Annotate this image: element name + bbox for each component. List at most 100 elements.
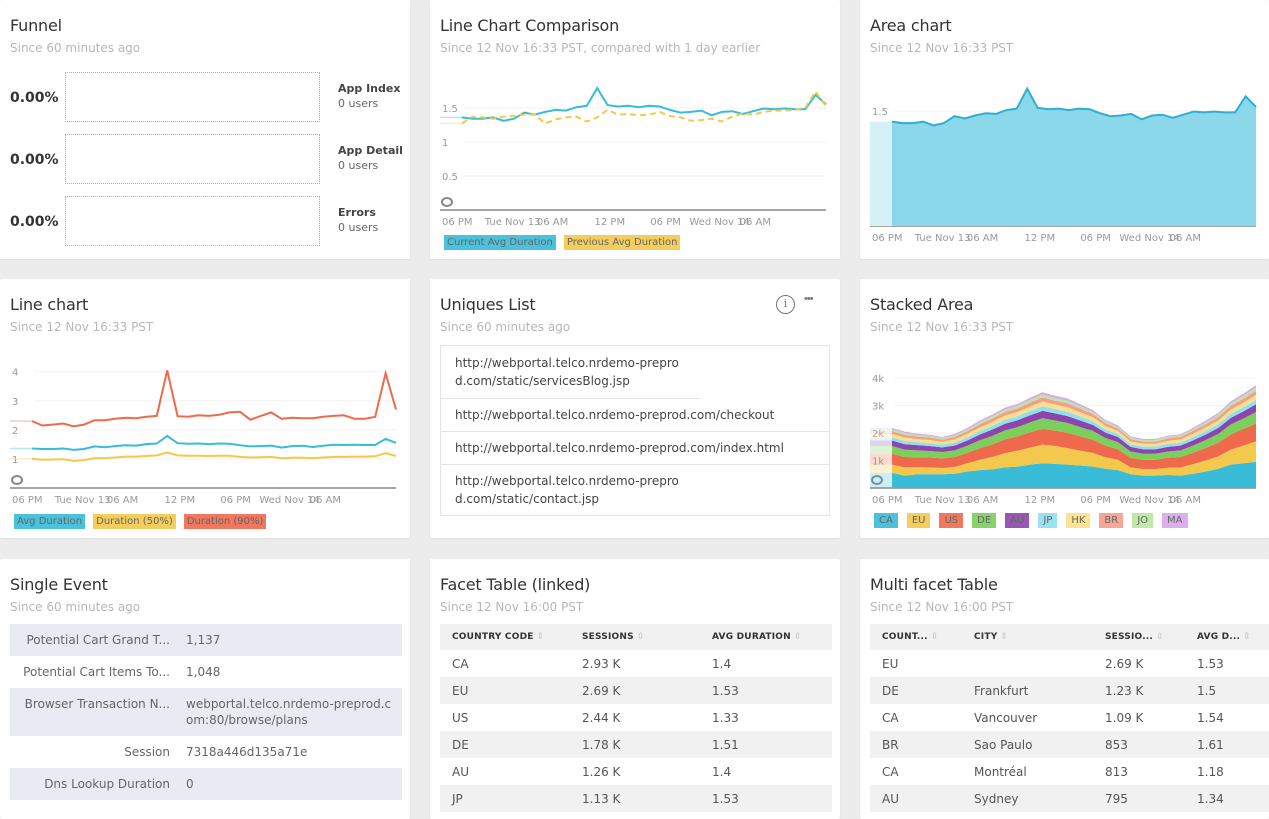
sort-icon[interactable]: ⇳ [794, 632, 802, 642]
area-chart[interactable]: 0.511.506 PMTue Nov 1306 AM12 PM06 PMWed… [860, 0, 1269, 259]
table-row[interactable]: CA Montréal 813 1.18 [870, 758, 1269, 785]
sort-icon[interactable]: ⇳ [1243, 632, 1251, 642]
area-prefix [870, 121, 892, 226]
sort-icon[interactable]: ⇳ [931, 632, 939, 642]
legend-item-previous[interactable]: Previous Avg Duration [563, 235, 681, 250]
x-tick-label: 06 AM [310, 495, 341, 506]
table-row[interactable]: BR Sao Paulo 853 1.61 [870, 731, 1269, 758]
legend-item-us[interactable]: US [939, 513, 964, 528]
list-item[interactable]: http://webportal.telco.nrdemo-preprod.co… [441, 346, 701, 399]
table-cell: 795 [1105, 791, 1128, 806]
table-cell[interactable]: CA [440, 650, 570, 677]
table-row[interactable]: AU Sydney 795 1.34 [870, 785, 1269, 812]
legend-item-de[interactable]: DE [972, 513, 997, 528]
stacked-area-chart[interactable]: 1k2k3k4k06 PM Tue Nov 1306 AM 12 PM 06 PM We… [860, 279, 1269, 538]
table-cell: Vancouver [974, 710, 1038, 725]
funnel-step-users: 0 users [338, 97, 379, 110]
column-header-sessions[interactable]: SESSIO... ⇳ [1093, 624, 1185, 650]
x-tick-label: 12 PM [595, 217, 626, 228]
legend-item-jo[interactable]: JO [1132, 513, 1154, 528]
attribute-value: 0 [186, 777, 194, 791]
table-cell: 2.69 K [1105, 656, 1144, 671]
stacked-area-prefix [870, 431, 892, 434]
table-cell: 1.5 [1197, 683, 1217, 698]
column-header-avg-duration[interactable]: AVG DURATION ⇳ [700, 624, 832, 650]
list-item[interactable]: http://webportal.telco.nrdemo-preprod.co… [441, 432, 829, 465]
table-cell: Sao Paulo [974, 737, 1033, 752]
table-row[interactable]: JP 1.13 K 1.53 [440, 785, 832, 812]
line-chart[interactable]: 123406 PM Tue Nov 1306 AM 12 PM 06 PM Wed No… [0, 279, 410, 538]
line-comparison-chart[interactable]: 0.511.506 PM Tue Nov 1306 AM 12 PM 06 PM Wed… [430, 0, 840, 259]
table-cell[interactable]: US [440, 704, 570, 731]
facet-table-widget: Facet Table (linked) Since 12 Nov 16:00 … [430, 559, 840, 819]
x-tick-label: 06 PM [220, 495, 251, 506]
table-cell: Frankfurt [974, 683, 1029, 698]
table-row[interactable]: AU 1.26 K 1.4 [440, 758, 832, 785]
legend-item-jp[interactable]: JP [1038, 513, 1058, 528]
line-series-duration-90-[interactable] [31, 369, 397, 428]
x-tick-label: Tue Nov 13 [54, 495, 111, 506]
single-event-widget: Single Event Since 60 minutes ago Potent… [0, 559, 410, 819]
table-row[interactable]: EU 2.69 K 1.53 [870, 650, 1269, 677]
funnel-step-users: 0 users [338, 221, 379, 234]
table-cell: 1.33 [712, 710, 739, 725]
sort-icon[interactable]: ⇳ [1000, 632, 1008, 642]
line-series-avg-duration[interactable] [31, 434, 397, 451]
table-cell[interactable]: DE [440, 731, 570, 758]
column-header-avg-duration[interactable]: AVG D... ⇳ [1185, 624, 1269, 650]
table-cell[interactable]: JP [440, 785, 570, 812]
legend-item-ca[interactable]: CA [874, 513, 898, 528]
list-item[interactable]: http://webportal.telco.nrdemo-preprod.co… [441, 465, 701, 515]
column-header-sessions[interactable]: SESSIONS ⇳ [570, 624, 700, 650]
table-row[interactable]: EU 2.69 K 1.53 [440, 677, 832, 704]
y-tick-label: 1.5 [442, 104, 458, 115]
funnel-percent: 0.00% [10, 214, 59, 230]
legend-item-duration-90[interactable]: Duration (90%) [183, 514, 267, 529]
table-row[interactable]: CA Vancouver 1.09 K 1.54 [870, 704, 1269, 731]
column-header-country-code[interactable]: COUNTRY CODE ⇳ [440, 624, 570, 650]
list-item[interactable]: http://webportal.telco.nrdemo-preprod.co… [441, 399, 829, 432]
y-tick-label: 1.5 [872, 107, 888, 118]
legend-item-eu[interactable]: EU [906, 513, 931, 528]
x-tick-label: 06 AM [740, 217, 771, 228]
y-tick-label: 0.5 [442, 172, 458, 183]
table-row[interactable]: US 2.44 K 1.33 [440, 704, 832, 731]
legend-item-avg-duration[interactable]: Avg Duration [14, 514, 86, 529]
column-label: AVG DURATION [712, 632, 791, 642]
legend-item-current[interactable]: Current Avg Duration [444, 235, 556, 250]
legend-item-duration-50[interactable]: Duration (50%) [93, 514, 176, 529]
funnel-step[interactable]: 0.00% Errors 0 users [10, 196, 410, 248]
column-header-city[interactable]: CITY ⇳ [962, 624, 1093, 650]
table-row[interactable]: DE Frankfurt 1.23 K 1.5 [870, 677, 1269, 704]
info-icon[interactable]: i [776, 295, 795, 314]
x-tick-label: 06 PM [1080, 495, 1111, 506]
more-options-icon[interactable]: ••• [804, 293, 814, 305]
legend-item-au[interactable]: AU [1005, 513, 1030, 528]
table-cell: 1.4 [712, 764, 732, 779]
sort-icon[interactable]: ⇳ [1156, 632, 1164, 642]
table-cell: 1.53 [712, 791, 739, 806]
widget-subtitle: Since 60 minutes ago [10, 600, 141, 614]
table-row: Browser Transaction N... webportal.telco.… [10, 688, 402, 736]
table-cell[interactable]: AU [440, 758, 570, 785]
stacked-area-prefix [870, 446, 892, 454]
widget-title: Single Event [10, 575, 108, 594]
funnel-step[interactable]: 0.00% App Detail 0 users [10, 134, 410, 186]
facet-table: COUNTRY CODE ⇳ SESSIONS ⇳ AVG DURATION ⇳ CA… [440, 624, 832, 812]
table-cell[interactable]: EU [440, 677, 570, 704]
funnel-step[interactable]: 0.00% App Index 0 users [10, 72, 410, 124]
line-chart-widget: Line chart Since 12 Nov 16:33 PST 1 2 3 4 06… [0, 279, 410, 538]
y-tick-label: 3k [872, 402, 884, 413]
sort-icon[interactable]: ⇳ [537, 632, 545, 642]
legend-item-ma[interactable]: MA [1162, 513, 1188, 528]
table-row[interactable]: CA 2.93 K 1.4 [440, 650, 832, 677]
legend-item-hk[interactable]: HK [1066, 513, 1091, 528]
table-row[interactable]: DE 1.78 K 1.51 [440, 731, 832, 758]
line-series-duration-50-[interactable] [31, 451, 397, 463]
sort-icon[interactable]: ⇳ [637, 632, 645, 642]
table-cell: 1.53 [1197, 656, 1224, 671]
column-header-country[interactable]: COUNT... ⇳ [870, 624, 962, 650]
funnel-step-name: Errors [338, 206, 376, 219]
multi-facet-table-widget: Multi facet Table Since 12 Nov 16:00 PST… [860, 559, 1269, 819]
legend-item-br[interactable]: BR [1099, 513, 1124, 528]
